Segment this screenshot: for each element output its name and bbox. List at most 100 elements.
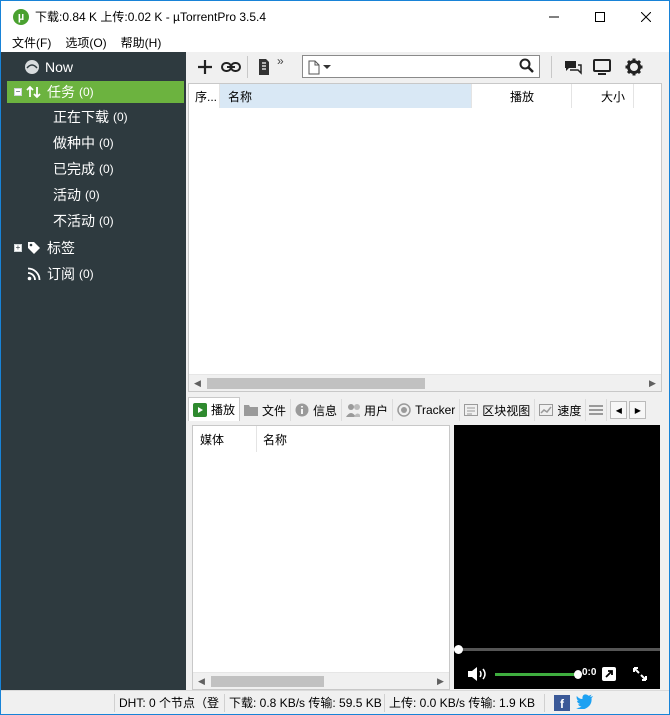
info-tab-icon xyxy=(295,403,309,417)
seek-bar[interactable] xyxy=(454,645,660,654)
more-toolbar-button[interactable]: » xyxy=(277,54,284,68)
peers-tab-icon xyxy=(346,403,361,417)
tab-files[interactable]: 文件 xyxy=(240,399,292,421)
sidebar-item-labels[interactable]: + 标签 xyxy=(1,237,186,259)
sidebar-item-tasks[interactable]: − 任务 (0) xyxy=(7,81,184,103)
create-torrent-button[interactable] xyxy=(251,54,277,80)
sidebar-item-seeding[interactable]: 做种中 (0) xyxy=(1,132,186,154)
upload-status[interactable]: 上传: 0.0 KB/s 传输: 1.9 KB xyxy=(385,693,545,712)
search-icon[interactable] xyxy=(519,58,535,74)
column-header-name[interactable]: 名称 xyxy=(220,84,472,108)
tab-label: 用户 xyxy=(364,403,389,418)
add-url-button[interactable] xyxy=(218,54,244,80)
tabs-scroll-left-icon[interactable]: ◀ xyxy=(610,401,628,419)
sidebar-item-inactive[interactable]: 不活动 (0) xyxy=(1,210,186,232)
search-input[interactable] xyxy=(302,55,540,78)
chat-button[interactable] xyxy=(560,54,586,80)
file-type-dropdown[interactable] xyxy=(308,59,338,75)
column-header-order[interactable]: 序... xyxy=(189,84,220,108)
twitter-icon[interactable] xyxy=(576,693,594,712)
playback-time: 0:0 xyxy=(582,667,597,678)
popout-button[interactable] xyxy=(601,666,617,682)
sidebar-item-label: 活动 xyxy=(53,187,81,203)
fullscreen-button[interactable] xyxy=(632,666,648,682)
tab-tracker[interactable]: Tracker xyxy=(393,399,461,421)
tab-speed[interactable]: 速度 xyxy=(535,399,587,421)
sidebar-item-count: (0) xyxy=(99,136,114,150)
title-bar: µ 下载:0.84 K 上传:0.02 K - µTorrentPro 3.5.… xyxy=(1,1,669,32)
volume-button[interactable] xyxy=(468,666,492,682)
scrollbar-thumb[interactable] xyxy=(211,676,324,687)
seek-knob[interactable] xyxy=(454,645,463,654)
volume-slider[interactable] xyxy=(495,673,577,676)
scroll-left-icon[interactable]: ◀ xyxy=(193,673,210,690)
tabs-scroll-right-icon[interactable]: ▶ xyxy=(629,401,647,419)
toolbar-separator xyxy=(551,56,552,78)
expand-icon[interactable]: + xyxy=(14,244,22,252)
horizontal-scrollbar[interactable]: ◀ ▶ xyxy=(189,374,661,391)
dht-status[interactable]: DHT: 0 个节点（登 xyxy=(115,693,225,712)
volume-slider-knob[interactable] xyxy=(574,670,582,679)
sidebar-item-label: 任务 xyxy=(47,84,75,100)
settings-button[interactable] xyxy=(621,54,647,80)
menu-options[interactable]: 选项(O) xyxy=(58,34,113,51)
sidebar-item-label: 订阅 xyxy=(47,266,75,282)
sidebar-item-count: (0) xyxy=(79,267,94,281)
sidebar-item-completed[interactable]: 已完成 (0) xyxy=(1,158,186,180)
facebook-icon[interactable]: f xyxy=(554,694,570,711)
download-status[interactable]: 下载: 0.8 KB/s 传输: 59.5 KB xyxy=(225,693,385,712)
create-torrent-icon xyxy=(259,59,269,75)
scroll-right-icon[interactable]: ▶ xyxy=(644,375,661,392)
detail-tabs: 播放 文件 信息 用户 Tracker 区块视图 速度 ◀ ▶ xyxy=(188,397,669,421)
sidebar-item-count: (0) xyxy=(79,85,94,99)
close-button[interactable] xyxy=(623,1,669,32)
chevron-down-icon xyxy=(323,65,331,69)
column-header-play[interactable]: 播放 xyxy=(472,84,572,108)
sidebar-item-active[interactable]: 活动 (0) xyxy=(1,184,186,206)
column-header-media-name[interactable]: 名称 xyxy=(257,426,337,452)
now-icon xyxy=(23,58,41,76)
scroll-left-icon[interactable]: ◀ xyxy=(189,375,206,392)
column-header-media[interactable]: 媒体 xyxy=(193,426,257,452)
media-list[interactable]: 媒体 名称 ◀ ▶ xyxy=(192,425,450,690)
tab-label: 播放 xyxy=(211,403,236,417)
tab-play[interactable]: 播放 xyxy=(188,397,241,421)
tab-pieces[interactable]: 区块视图 xyxy=(460,399,536,421)
sidebar-item-label: 做种中 xyxy=(53,135,95,151)
sidebar-item-label: 标签 xyxy=(47,240,75,256)
remote-icon xyxy=(593,59,611,75)
scrollbar-thumb[interactable] xyxy=(207,378,425,389)
sidebar-item-count: (0) xyxy=(99,162,114,176)
column-header-size[interactable]: 大小 xyxy=(572,84,634,108)
sidebar-item-label: Now xyxy=(45,59,74,75)
sidebar-item-feeds[interactable]: 订阅 (0) xyxy=(1,263,186,285)
add-torrent-button[interactable] xyxy=(192,54,218,80)
menu-help[interactable]: 帮助(H) xyxy=(114,34,169,51)
minimize-button[interactable] xyxy=(531,1,577,32)
tab-info[interactable]: 信息 xyxy=(291,399,343,421)
maximize-button[interactable] xyxy=(577,1,623,32)
transfer-arrows-icon xyxy=(25,83,43,101)
play-tab-icon xyxy=(193,402,207,417)
sidebar-item-label: 已完成 xyxy=(53,161,95,177)
sidebar-item-label: 不活动 xyxy=(53,213,95,229)
menu-file[interactable]: 文件(F) xyxy=(5,34,58,51)
tab-peers[interactable]: 用户 xyxy=(342,399,394,421)
popout-icon xyxy=(602,667,616,681)
torrent-list[interactable]: 序... 名称 播放 大小 ◀ ▶ xyxy=(188,83,662,392)
sidebar-item-now[interactable]: Now xyxy=(1,56,186,78)
tab-label: 文件 xyxy=(262,403,287,418)
tab-more[interactable] xyxy=(586,399,608,421)
media-horizontal-scrollbar[interactable]: ◀ ▶ xyxy=(193,672,449,689)
remote-button[interactable] xyxy=(589,54,615,80)
scroll-right-icon[interactable]: ▶ xyxy=(432,673,449,690)
settings-icon xyxy=(625,58,643,76)
collapse-icon[interactable]: − xyxy=(14,88,22,96)
video-player[interactable]: 0:0 xyxy=(454,425,660,689)
tab-label: 信息 xyxy=(313,403,338,418)
sidebar-item-count: (0) xyxy=(99,214,114,228)
chat-icon xyxy=(565,61,582,75)
sidebar-item-downloading[interactable]: 正在下载 (0) xyxy=(1,106,186,128)
add-url-icon xyxy=(221,62,241,72)
status-bar: DHT: 0 个节点（登 下载: 0.8 KB/s 传输: 59.5 KB 上传… xyxy=(1,690,669,714)
